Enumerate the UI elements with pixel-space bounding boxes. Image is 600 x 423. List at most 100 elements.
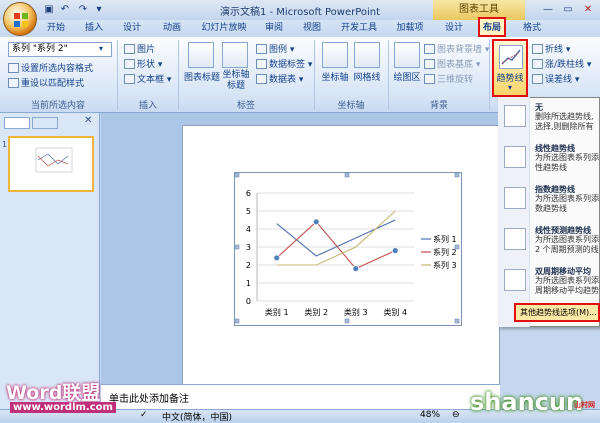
chart-floor-button: 图表基底 ▾	[424, 57, 480, 70]
selection-handle	[234, 172, 240, 178]
tab-slides[interactable]	[4, 117, 30, 129]
plot-area-icon	[394, 42, 420, 68]
axis-titles-button[interactable]: 坐标轴 标题	[219, 70, 253, 92]
tab-insert[interactable]: 插入	[78, 20, 110, 37]
customize-qa-icon[interactable]: ▾	[92, 3, 106, 17]
y-tick-label: 1	[246, 279, 251, 288]
maximize-icon[interactable]: ▭	[560, 3, 576, 17]
data-table-button[interactable]: 数据表 ▾	[256, 72, 303, 85]
tab-home[interactable]: 开始	[40, 20, 72, 37]
reset-icon	[8, 78, 19, 88]
tab-review[interactable]: 审阅	[258, 20, 290, 37]
insert-textbox-button[interactable]: 文本框 ▾	[124, 72, 171, 85]
shapes-icon	[124, 59, 135, 69]
data-point-marker	[312, 218, 320, 226]
menu-item-linear[interactable]: 线性趋势线 为所选图表系列添 性趋势线	[499, 140, 599, 182]
y-tick-label: 5	[246, 207, 251, 216]
close-icon[interactable]: ✕	[580, 3, 596, 17]
gridlines-icon	[354, 42, 380, 68]
chart-object[interactable]: 0 1 2 3 4 5 6 类别 1 类别 2 类别 3 类别 4 系列 1 系列 2 系列 3	[234, 172, 462, 326]
tab-layout[interactable]: 布局	[478, 20, 506, 37]
menu-item-none[interactable]: 无 删除所选趋势线, 选择,则删除所有	[499, 99, 599, 141]
zoom-out-icon[interactable]: ⊖	[452, 410, 460, 420]
selection-handle	[344, 172, 350, 178]
moving-average-icon	[504, 269, 526, 291]
office-button[interactable]	[3, 2, 37, 36]
menu-item-desc: 为所选图表系列添 数趋势线	[535, 194, 599, 213]
group-label-axes: 坐标轴	[337, 101, 365, 111]
tab-format[interactable]: 格式	[516, 20, 548, 37]
group-label-insert: 插入	[138, 101, 157, 111]
line-chart: 0 1 2 3 4 5 6 类别 1 类别 2 类别 3 类别 4 系列 1 系列 2 系列 3	[234, 172, 460, 324]
y-tick-label: 2	[246, 261, 251, 270]
plot-area-button[interactable]: 绘图区	[389, 70, 425, 83]
tab-view[interactable]: 视图	[296, 20, 328, 37]
language-status: 中文(简体，中国)	[162, 413, 233, 423]
chart-title-button[interactable]: 图表标题	[183, 70, 221, 83]
more-trendline-options[interactable]: 其他趋势线选项(M)...	[514, 303, 600, 322]
legend-label: 图例	[269, 45, 288, 55]
tab-addins[interactable]: 加载项	[390, 20, 430, 37]
notes-pane[interactable]: 单击此处添加备注	[101, 384, 500, 409]
chart-floor-label: 图表基底	[437, 60, 474, 70]
watermark-shancun-small: 山村网	[574, 401, 595, 409]
x-tick-label: 类别 3	[344, 307, 368, 317]
tab-developer[interactable]: 开发工具	[336, 20, 382, 37]
data-point-marker	[391, 247, 399, 254]
chart-element-select[interactable]: 系列 "系列 2"	[8, 42, 112, 57]
lines-button[interactable]: 折线 ▾	[532, 42, 570, 55]
tab-animation[interactable]: 动画	[156, 20, 188, 37]
menu-item-desc: 为所选图表系列添 2 个周期预测的线	[535, 235, 599, 254]
linear-forecast-icon	[504, 228, 526, 250]
undo-icon[interactable]: ↶	[58, 3, 72, 17]
thumbnail-chart	[35, 147, 73, 173]
updown-bars-button[interactable]: 涨/跌柱线 ▾	[532, 57, 591, 70]
error-bars-button[interactable]: 误差线 ▾	[532, 72, 579, 85]
3d-rotation-button: 三维旋转	[424, 72, 473, 85]
zoom-level[interactable]: 48%	[420, 410, 440, 420]
tab-slideshow[interactable]: 幻灯片放映	[196, 20, 252, 37]
insert-shapes-button[interactable]: 形状 ▾	[124, 57, 162, 70]
x-tick-label: 类别 4	[383, 307, 407, 317]
close-pane-icon[interactable]: ✕	[84, 115, 92, 126]
slide-thumbnail[interactable]	[8, 136, 94, 192]
tab-chart-design[interactable]: 设计	[438, 20, 470, 37]
lines-icon	[532, 44, 543, 54]
selection-handle	[344, 318, 350, 324]
tab-outline[interactable]	[32, 117, 58, 129]
menu-item-desc: 为所选图表系列添 性趋势线	[535, 153, 599, 172]
legend-label: 系列 2	[433, 247, 457, 257]
textbox-label: 文本框	[137, 75, 165, 85]
selection-handle	[454, 172, 460, 178]
x-tick-label: 类别 2	[304, 307, 328, 317]
legend-label: 系列 1	[433, 234, 457, 244]
legend-button[interactable]: 图例 ▾	[256, 42, 294, 55]
reset-style-label: 重设以匹配样式	[21, 79, 85, 89]
watermark-word-url: www.wordlm.com	[10, 402, 116, 413]
reset-style-button[interactable]: 重设以匹配样式	[8, 76, 84, 89]
gridlines-button[interactable]: 网格线	[349, 70, 385, 83]
series-line	[276, 219, 396, 257]
menu-item-moving-average[interactable]: 双周期移动平均 为所选图表系列添 周期移动平均趋势	[499, 263, 599, 305]
save-icon[interactable]: ▣	[42, 3, 56, 17]
minimize-icon[interactable]: —	[540, 3, 556, 17]
axes-button[interactable]: 坐标轴	[317, 70, 353, 83]
watermark-shancun: shancun	[470, 388, 584, 416]
data-table-icon	[256, 74, 267, 84]
redo-icon[interactable]: ↷	[76, 3, 90, 17]
group-label-labels: 标签	[236, 101, 255, 111]
tab-design[interactable]: 设计	[116, 20, 148, 37]
format-selection-button[interactable]: 设置所选内容格式	[8, 61, 93, 74]
data-labels-button[interactable]: 数据标签 ▾	[256, 57, 312, 70]
chart-wall-label: 图表背景墙	[437, 45, 483, 55]
linear-trendline-icon	[504, 146, 526, 168]
insert-picture-button[interactable]: 图片	[124, 42, 155, 55]
selection-handle	[234, 318, 240, 324]
legend-label: 系列 3	[433, 260, 457, 270]
menu-item-exponential[interactable]: 指数趋势线 为所选图表系列添 数趋势线	[499, 181, 599, 223]
menu-item-linear-forecast[interactable]: 线性预测趋势线 为所选图表系列添 2 个周期预测的线	[499, 222, 599, 264]
group-divider	[489, 40, 490, 110]
chevron-down-icon[interactable]: ▾	[99, 44, 103, 53]
spell-check-icon[interactable]: ✓	[140, 410, 148, 420]
trendline-button[interactable]: 趋势线 ▾	[492, 39, 528, 97]
